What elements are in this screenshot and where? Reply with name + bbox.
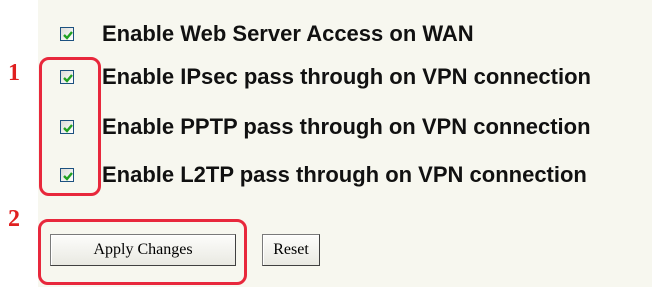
pptp-pass-through-label: Enable PPTP pass through on VPN connecti… (102, 114, 591, 139)
web-server-access-checkbox[interactable] (60, 27, 74, 41)
reset-button[interactable]: Reset (262, 234, 320, 266)
checkmark-icon (63, 31, 73, 40)
option-pptp-pass-through[interactable]: Enable PPTP pass through on VPN connecti… (60, 112, 591, 142)
callout-box-checkboxes (39, 57, 101, 196)
apply-changes-button[interactable]: Apply Changes (50, 234, 236, 266)
option-web-server-access-wan[interactable]: Enable Web Server Access on WAN (60, 19, 474, 49)
option-ipsec-pass-through[interactable]: Enable IPsec pass through on VPN connect… (60, 62, 591, 92)
ipsec-pass-through-label: Enable IPsec pass through on VPN connect… (102, 64, 591, 89)
option-l2tp-pass-through[interactable]: Enable L2TP pass through on VPN connecti… (60, 160, 587, 190)
callout-number-1: 1 (8, 60, 20, 86)
callout-number-2: 2 (8, 206, 20, 232)
web-server-access-label: Enable Web Server Access on WAN (102, 21, 474, 46)
l2tp-pass-through-label: Enable L2TP pass through on VPN connecti… (102, 162, 587, 187)
